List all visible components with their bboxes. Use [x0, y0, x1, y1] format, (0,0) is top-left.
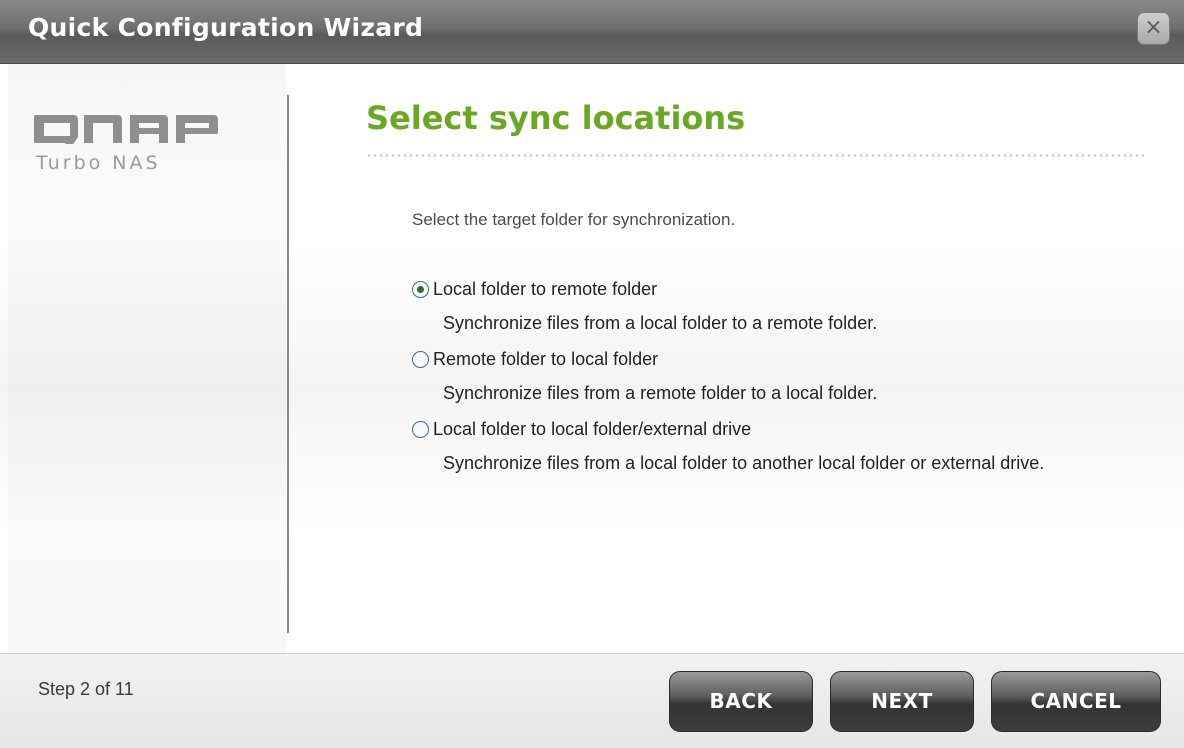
page-title: Select sync locations [366, 99, 746, 137]
window-titlebar: Quick Configuration Wizard [0, 0, 1184, 64]
option-description: Synchronize files from a local folder to… [443, 313, 878, 333]
close-button[interactable]: × [1137, 12, 1170, 45]
qnap-logo [34, 115, 218, 144]
back-button[interactable]: BACK [669, 671, 813, 732]
logo-subtitle-text: Turbo NAS [36, 152, 161, 174]
pane-divider [287, 95, 289, 633]
logo-subtitle: Turbo NAS [36, 152, 161, 174]
radio-checked-icon[interactable] [412, 281, 429, 298]
option-label[interactable]: Remote folder to local folder [433, 349, 658, 370]
instruction-text: Select the target folder for synchroniza… [412, 210, 736, 229]
option-label[interactable]: Local folder to local folder/external dr… [433, 419, 751, 440]
radio-unchecked-icon[interactable] [412, 351, 429, 368]
radio-unchecked-icon[interactable] [412, 421, 429, 438]
option-label[interactable]: Local folder to remote folder [433, 279, 657, 300]
close-icon: × [1144, 15, 1163, 40]
next-button[interactable]: NEXT [830, 671, 974, 732]
title-underline [366, 154, 1148, 157]
window-title: Quick Configuration Wizard [28, 13, 424, 42]
cancel-button[interactable]: CANCEL [991, 671, 1161, 732]
option-description: Synchronize files from a local folder to… [443, 453, 1045, 473]
option-description: Synchronize files from a remote folder t… [443, 383, 878, 403]
step-indicator: Step 2 of 11 [38, 679, 134, 699]
